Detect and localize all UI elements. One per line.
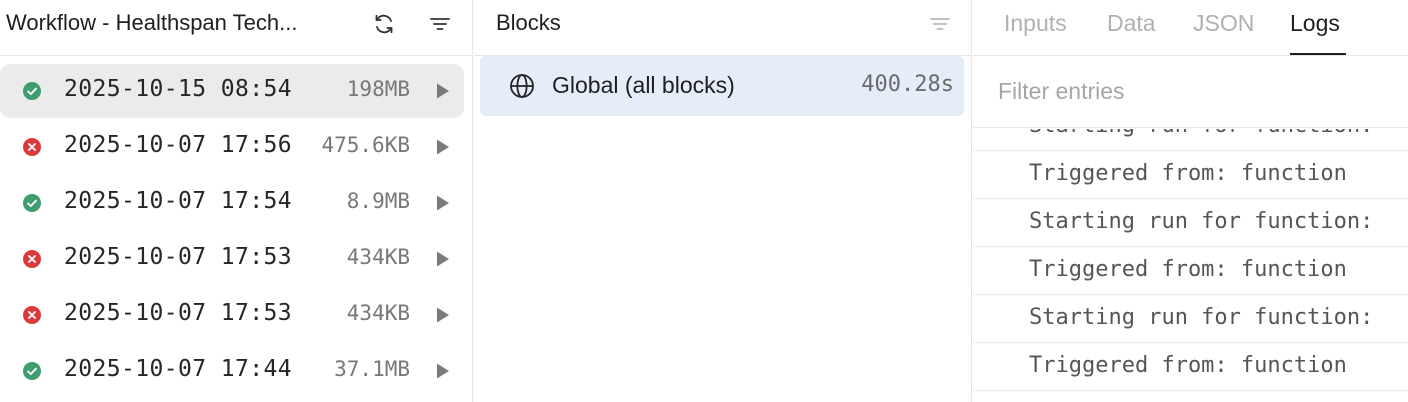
run-size: 198MB <box>346 77 410 101</box>
run-row[interactable]: 2025-10-15 08:54 198MB <box>0 64 464 118</box>
play-icon[interactable] <box>430 191 454 215</box>
blocks-panel: Blocks Global (all blocks) 400.28s <box>474 0 972 402</box>
run-row[interactable]: 2025-10-07 17:56 475.6KB <box>0 120 464 174</box>
log-entry-text: Starting run for function: <box>1029 209 1374 234</box>
run-row[interactable]: 2025-10-07 17:44 37.1MB <box>0 344 464 398</box>
x-circle-icon <box>22 249 42 269</box>
log-entry-text: Starting run for function: <box>1029 129 1373 138</box>
tab-data[interactable]: Data <box>1107 10 1156 37</box>
runs-panel-header: Workflow - Healthspan Tech... <box>0 0 472 56</box>
run-size: 434KB <box>346 245 410 269</box>
globe-icon <box>508 72 536 100</box>
log-entry: Starting run for function: <box>973 199 1408 247</box>
run-size: 37.1MB <box>334 357 410 381</box>
check-circle-icon <box>22 361 42 381</box>
play-icon[interactable] <box>430 135 454 159</box>
log-entry-text: Triggered from: function <box>1029 161 1347 186</box>
filter-icon[interactable] <box>428 12 452 36</box>
run-timestamp: 2025-10-15 08:54 <box>64 76 292 102</box>
log-entry-text: Triggered from: function <box>1029 257 1347 282</box>
run-timestamp: 2025-10-07 17:56 <box>64 132 292 158</box>
run-size: 8.9MB <box>346 189 410 213</box>
log-entry-text: Starting run for function: <box>1029 305 1374 330</box>
active-tab-indicator <box>1290 53 1346 55</box>
log-entry: Starting run for function: <box>973 295 1408 343</box>
x-circle-icon <box>22 305 42 325</box>
run-row[interactable]: 2025-10-07 17:53 434KB <box>0 232 464 286</box>
check-circle-icon <box>22 81 42 101</box>
run-size: 475.6KB <box>321 133 410 157</box>
play-icon[interactable] <box>430 359 454 383</box>
check-circle-icon <box>22 193 42 213</box>
block-duration: 400.28s <box>861 72 954 97</box>
detail-panel: Inputs Data JSON Logs Starting run for f… <box>973 0 1408 402</box>
run-row[interactable]: 2025-10-07 17:54 8.9MB <box>0 176 464 230</box>
filter-icon[interactable] <box>928 12 952 36</box>
runs-panel: Workflow - Healthspan Tech... 2025-10-15… <box>0 0 473 402</box>
filter-entries-input[interactable] <box>973 56 1408 128</box>
run-timestamp: 2025-10-07 17:44 <box>64 356 292 382</box>
refresh-icon[interactable] <box>372 12 396 36</box>
workflow-title: Workflow - Healthspan Tech... <box>6 10 298 35</box>
play-icon[interactable] <box>430 303 454 327</box>
log-list[interactable]: Starting run for function: Triggered from… <box>973 129 1408 402</box>
tab-json[interactable]: JSON <box>1193 10 1254 37</box>
log-entry: Starting run for function: <box>973 129 1408 151</box>
blocks-panel-header: Blocks <box>474 0 971 56</box>
log-entry: Triggered from: function <box>973 343 1408 391</box>
x-circle-icon <box>22 137 42 157</box>
block-item-global[interactable]: Global (all blocks) 400.28s <box>480 56 964 116</box>
run-timestamp: 2025-10-07 17:53 <box>64 300 292 326</box>
log-entry: Triggered from: function <box>973 247 1408 295</box>
run-size: 434KB <box>346 301 410 325</box>
run-timestamp: 2025-10-07 17:53 <box>64 244 292 270</box>
run-row[interactable]: 2025-10-07 17:53 434KB <box>0 288 464 342</box>
play-icon[interactable] <box>430 247 454 271</box>
blocks-title: Blocks <box>496 10 561 35</box>
detail-tabs: Inputs Data JSON Logs <box>973 0 1408 56</box>
log-entry-text: Triggered from: function <box>1029 353 1347 378</box>
run-timestamp: 2025-10-07 17:54 <box>64 188 292 214</box>
log-entry: Triggered from: function <box>973 151 1408 199</box>
play-icon[interactable] <box>430 79 454 103</box>
tab-inputs[interactable]: Inputs <box>1004 10 1067 37</box>
tab-logs[interactable]: Logs <box>1290 10 1340 37</box>
block-label: Global (all blocks) <box>552 72 735 98</box>
